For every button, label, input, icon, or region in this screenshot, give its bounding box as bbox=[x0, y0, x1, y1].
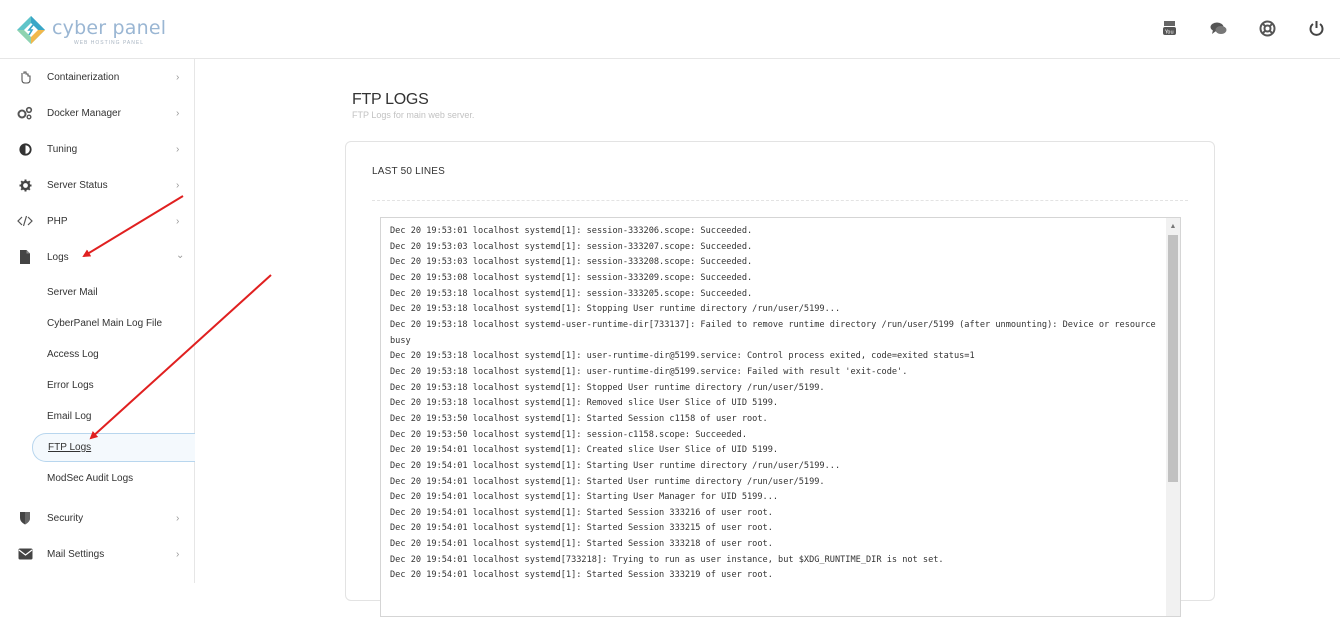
sidebar-item-label: Server Status bbox=[47, 179, 108, 191]
log-line: Dec 20 19:54:01 localhost systemd[1]: St… bbox=[390, 507, 773, 518]
main-content: FTP LOGS FTP Logs for main web server. L… bbox=[196, 60, 1340, 617]
log-line: Dec 20 19:53:03 localhost systemd[1]: se… bbox=[390, 257, 753, 268]
log-text: Dec 20 19:53:01 localhost systemd[1]: se… bbox=[390, 224, 1160, 584]
log-card: LAST 50 LINES Dec 20 19:53:01 localhost … bbox=[345, 141, 1215, 617]
scrollbar[interactable]: ▲ bbox=[1166, 218, 1180, 616]
submenu-access-log[interactable]: Access Log bbox=[47, 349, 99, 360]
sidebar-item-label: Logs bbox=[47, 251, 69, 263]
brand-name: cyber panel bbox=[52, 17, 167, 39]
log-line: Dec 20 19:54:01 localhost systemd[1]: St… bbox=[390, 476, 825, 487]
chevron-down-icon: ⌄ bbox=[176, 250, 185, 261]
log-line: Dec 20 19:53:18 localhost systemd[1]: us… bbox=[390, 366, 908, 377]
submenu-ftp-logs[interactable]: FTP Logs bbox=[32, 433, 195, 462]
log-line: Dec 20 19:54:01 localhost systemd[733218… bbox=[390, 554, 944, 565]
submenu-modsec-audit-logs[interactable]: ModSec Audit Logs bbox=[47, 473, 133, 484]
container-icon bbox=[17, 69, 33, 85]
sidebar-item-tuning[interactable]: Tuning › bbox=[0, 131, 195, 167]
file-icon bbox=[17, 249, 33, 265]
log-line: Dec 20 19:53:18 localhost systemd[1]: Re… bbox=[390, 398, 779, 409]
log-line: Dec 20 19:53:18 localhost systemd[1]: St… bbox=[390, 382, 825, 393]
chevron-right-icon: › bbox=[176, 143, 180, 155]
sidebar-item-php[interactable]: PHP › bbox=[0, 203, 195, 239]
sidebar-item-label: PHP bbox=[47, 215, 68, 227]
brand-logo[interactable]: cyber panel WEB HOSTING PANEL bbox=[16, 15, 167, 46]
log-line: Dec 20 19:53:50 localhost systemd[1]: se… bbox=[390, 429, 747, 440]
sidebar-item-server-status[interactable]: Server Status › bbox=[0, 167, 195, 203]
svg-text:You: You bbox=[1164, 30, 1174, 36]
scroll-up-icon[interactable]: ▲ bbox=[1166, 218, 1180, 234]
sidebar-item-label: Containerization bbox=[47, 71, 120, 83]
chevron-right-icon: › bbox=[176, 179, 180, 191]
divider bbox=[372, 200, 1188, 201]
top-bar: cyber panel WEB HOSTING PANEL You bbox=[0, 0, 1340, 59]
chevron-right-icon: › bbox=[176, 548, 180, 560]
logo-icon bbox=[16, 15, 46, 45]
power-icon[interactable] bbox=[1307, 19, 1326, 38]
chevron-right-icon: › bbox=[176, 215, 180, 227]
sidebar-item-mail-settings[interactable]: Mail Settings › bbox=[0, 536, 195, 572]
sidebar-item-docker-manager[interactable]: Docker Manager › bbox=[0, 95, 195, 131]
envelope-icon bbox=[17, 546, 33, 562]
chevron-right-icon: › bbox=[176, 512, 180, 524]
sidebar-item-label: Docker Manager bbox=[47, 107, 121, 119]
youtube-icon[interactable]: You bbox=[1160, 19, 1179, 38]
log-line: Dec 20 19:53:01 localhost systemd[1]: se… bbox=[390, 226, 753, 236]
card-title: LAST 50 LINES bbox=[372, 166, 446, 177]
chevron-right-icon: › bbox=[176, 107, 180, 119]
log-line: Dec 20 19:53:50 localhost systemd[1]: St… bbox=[390, 413, 768, 424]
log-line: Dec 20 19:54:01 localhost systemd[1]: St… bbox=[390, 460, 841, 471]
log-line: Dec 20 19:53:08 localhost systemd[1]: se… bbox=[390, 272, 753, 283]
submenu-cyberpanel-main-log[interactable]: CyberPanel Main Log File bbox=[47, 318, 162, 329]
log-line: Dec 20 19:53:18 localhost systemd[1]: St… bbox=[390, 304, 841, 315]
shield-icon bbox=[17, 510, 33, 526]
submenu-error-logs[interactable]: Error Logs bbox=[47, 380, 94, 391]
page-subtitle: FTP Logs for main web server. bbox=[352, 110, 475, 120]
log-line: Dec 20 19:53:03 localhost systemd[1]: se… bbox=[390, 241, 753, 252]
log-line: Dec 20 19:53:18 localhost systemd-user-r… bbox=[390, 319, 1161, 346]
sidebar-item-security[interactable]: Security › bbox=[0, 500, 195, 536]
sidebar-item-containerization[interactable]: Containerization › bbox=[0, 59, 195, 95]
sidebar-item-label: Security bbox=[47, 512, 84, 524]
sidebar-item-logs[interactable]: Logs ⌄ bbox=[0, 239, 195, 275]
gear-icon bbox=[17, 177, 33, 193]
chat-icon[interactable] bbox=[1209, 19, 1228, 38]
code-icon bbox=[17, 213, 33, 229]
log-line: Dec 20 19:53:18 localhost systemd[1]: us… bbox=[390, 351, 975, 362]
log-line: Dec 20 19:53:18 localhost systemd[1]: se… bbox=[390, 288, 753, 299]
sidebar: Containerization › Docker Manager › Tuni… bbox=[0, 59, 195, 583]
submenu-email-log[interactable]: Email Log bbox=[47, 411, 91, 422]
sidebar-item-label: Mail Settings bbox=[47, 548, 105, 560]
sidebar-item-label: Tuning bbox=[47, 143, 78, 155]
log-output[interactable]: Dec 20 19:53:01 localhost systemd[1]: se… bbox=[380, 217, 1181, 617]
scroll-thumb[interactable] bbox=[1168, 235, 1178, 482]
contrast-icon bbox=[17, 141, 33, 157]
support-icon[interactable] bbox=[1258, 19, 1277, 38]
log-line: Dec 20 19:54:01 localhost systemd[1]: Cr… bbox=[390, 445, 779, 456]
log-line: Dec 20 19:54:01 localhost systemd[1]: St… bbox=[390, 492, 779, 503]
submenu-server-mail[interactable]: Server Mail bbox=[47, 287, 98, 298]
log-line: Dec 20 19:54:01 localhost systemd[1]: St… bbox=[390, 570, 773, 581]
gears-icon bbox=[17, 105, 33, 121]
chevron-right-icon: › bbox=[176, 71, 180, 83]
submenu-ftp-logs-label: FTP Logs bbox=[48, 442, 92, 453]
page-title: FTP LOGS bbox=[352, 91, 429, 108]
brand-subtitle: WEB HOSTING PANEL bbox=[74, 40, 144, 46]
log-line: Dec 20 19:54:01 localhost systemd[1]: St… bbox=[390, 523, 773, 534]
log-line: Dec 20 19:54:01 localhost systemd[1]: St… bbox=[390, 539, 773, 550]
